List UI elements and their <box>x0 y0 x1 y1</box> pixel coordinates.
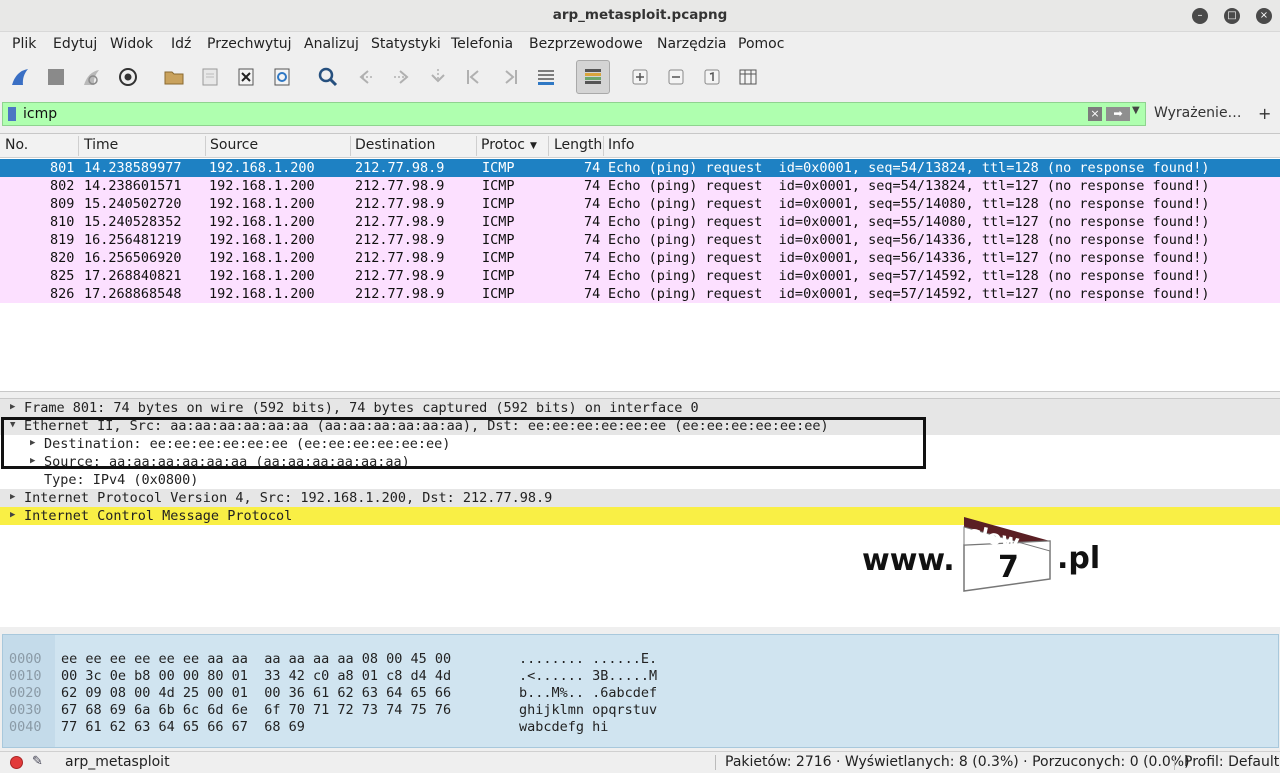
menu-telefonia[interactable]: Telefonia <box>451 36 513 52</box>
column-time[interactable]: Time <box>84 137 118 153</box>
table-row[interactable]: 819 16.256481219 192.168.1.200 212.77.98.9 I… <box>0 231 1280 249</box>
menu-analizuj[interactable]: Analizuj <box>304 36 359 52</box>
add-filter-button[interactable]: + <box>1258 104 1271 123</box>
expression-button[interactable]: Wyrażenie… <box>1154 105 1242 121</box>
status-bar: ✎ arp_metasploit Pakietów: 2716 · Wyświe… <box>0 751 1280 773</box>
column-protocol[interactable]: Protoc <box>481 137 525 153</box>
column-info[interactable]: Info <box>608 137 635 153</box>
expert-info-icon[interactable] <box>10 756 23 769</box>
hex-row[interactable]: 0000 ee ee ee ee ee ee aa aa aa aa aa aa … <box>3 635 657 667</box>
packet-bytes: 0000 ee ee ee ee ee ee aa aa aa aa aa aa … <box>2 634 1279 748</box>
watermark-brand-num: 7 <box>998 550 1019 585</box>
column-no[interactable]: No. <box>5 137 28 153</box>
resize-columns-icon[interactable] <box>734 63 762 91</box>
filter-history-chevron-icon[interactable]: ▼ <box>1132 105 1140 116</box>
status-profile[interactable]: Profil: Default <box>1184 754 1279 770</box>
packet-list: No. Time Source Destination Protoc ▼ Len… <box>0 133 1280 392</box>
watermark-prefix: www. <box>862 543 955 578</box>
restart-icon[interactable] <box>78 63 106 91</box>
watermark-logo: www. slow 7 .pl <box>862 515 1102 595</box>
tree-item-eth-type[interactable]: Type: IPv4 (0x0800) <box>0 471 1280 489</box>
highlight-box <box>1 417 926 469</box>
clear-filter-icon[interactable]: × <box>1088 107 1102 121</box>
tree-item-ipv4[interactable]: ▶ Internet Protocol Version 4, Src: 192.… <box>0 489 1280 507</box>
table-row[interactable]: 810 15.240528352 192.168.1.200 212.77.98.9 I… <box>0 213 1280 231</box>
minimize-icon[interactable]: – <box>1192 8 1208 24</box>
watermark-suffix: .pl <box>1057 541 1101 576</box>
last-packet-icon[interactable] <box>496 63 524 91</box>
maximize-icon[interactable]: □ <box>1224 8 1240 24</box>
autoscroll-icon[interactable] <box>532 63 560 91</box>
column-length[interactable]: Length <box>554 137 602 153</box>
apply-filter-icon[interactable]: ➡ <box>1106 107 1130 121</box>
colorize-icon[interactable] <box>576 60 610 94</box>
zoom-in-icon[interactable] <box>626 63 654 91</box>
capture-comment-icon[interactable]: ✎ <box>32 754 43 769</box>
packet-list-header: No. Time Source Destination Protoc ▼ Len… <box>0 134 1280 158</box>
table-row[interactable]: 820 16.256506920 192.168.1.200 212.77.98.9 I… <box>0 249 1280 267</box>
zoom-out-icon[interactable] <box>662 63 690 91</box>
normal-size-icon[interactable] <box>698 63 726 91</box>
filter-box: × ➡ <box>2 102 1146 126</box>
hex-row[interactable]: 0010 00 3c 0e b8 00 00 80 01 33 42 c0 a8 … <box>3 652 657 684</box>
shark-fin-start-icon[interactable] <box>6 63 34 91</box>
slow7-logo-icon: slow 7 <box>963 517 1051 592</box>
first-packet-icon[interactable] <box>460 63 488 91</box>
display-filter-bar: × ➡ ▼ Wyrażenie… + <box>0 101 1280 127</box>
hex-row[interactable]: 0020 62 09 08 00 4d 25 00 01 00 36 61 62 … <box>3 669 657 701</box>
go-to-packet-icon[interactable] <box>424 63 452 91</box>
sort-desc-icon: ▼ <box>530 141 537 151</box>
menu-bezprzewodowe[interactable]: Bezprzewodowe <box>529 36 643 52</box>
window-title: arp_metasploit.pcapng <box>552 7 728 23</box>
menu-narzedzia[interactable]: Narzędzia <box>657 36 726 52</box>
stop-icon[interactable] <box>42 63 70 91</box>
table-row[interactable]: 802 14.238601571 192.168.1.200 212.77.98.9 I… <box>0 177 1280 195</box>
hex-row[interactable]: 0040 77 61 62 63 64 65 66 67 68 69 wabcdef… <box>3 703 608 735</box>
table-row[interactable]: 826 17.268868548 192.168.1.200 212.77.98.9 I… <box>0 285 1280 303</box>
display-filter-input[interactable] <box>23 105 1083 123</box>
go-back-icon[interactable] <box>352 63 380 91</box>
table-row[interactable]: 825 17.268840821 192.168.1.200 212.77.98.9 I… <box>0 267 1280 285</box>
main-toolbar <box>0 58 1280 98</box>
table-row[interactable]: 801 14.238589977 192.168.1.200 212.77.98.9 I… <box>0 159 1280 177</box>
tree-item-frame[interactable]: ▶ Frame 801: 74 bytes on wire (592 bits)… <box>0 399 1280 417</box>
bookmark-icon[interactable] <box>8 107 16 121</box>
menu-pomoc[interactable]: Pomoc <box>738 36 784 52</box>
column-destination[interactable]: Destination <box>355 137 435 153</box>
expand-arrow-icon[interactable]: ▶ <box>10 510 15 520</box>
capture-options-icon[interactable] <box>114 63 142 91</box>
status-file-name: arp_metasploit <box>65 754 170 770</box>
expand-arrow-icon[interactable]: ▶ <box>10 492 15 502</box>
save-icon[interactable] <box>196 63 224 91</box>
find-icon[interactable] <box>314 63 342 91</box>
close-icon[interactable]: × <box>1256 8 1272 24</box>
menu-edytuj[interactable]: Edytuj <box>53 36 97 52</box>
table-row[interactable]: 809 15.240502720 192.168.1.200 212.77.98.9 I… <box>0 195 1280 213</box>
menu-statystyki[interactable]: Statystyki <box>371 36 441 52</box>
column-source[interactable]: Source <box>210 137 258 153</box>
go-forward-icon[interactable] <box>388 63 416 91</box>
status-packet-stats: Pakietów: 2716 · Wyświetlanych: 8 (0.3%)… <box>725 754 1190 770</box>
menu-plik[interactable]: Plik <box>12 36 36 52</box>
reload-icon[interactable] <box>268 63 296 91</box>
open-folder-icon[interactable] <box>160 63 188 91</box>
title-bar: arp_metasploit.pcapng – □ × <box>0 0 1280 32</box>
close-file-icon[interactable] <box>232 63 260 91</box>
hex-row[interactable]: 0030 67 68 69 6a 6b 6c 6d 6e 6f 70 71 72 … <box>3 686 657 718</box>
menu-idz[interactable]: Idź <box>171 36 191 52</box>
menu-bar: Plik Edytuj Widok Idź Przechwytuj Analiz… <box>0 32 1280 58</box>
expand-arrow-icon[interactable]: ▶ <box>10 402 15 412</box>
menu-widok[interactable]: Widok <box>110 36 153 52</box>
menu-przechwytuj[interactable]: Przechwytuj <box>207 36 291 52</box>
